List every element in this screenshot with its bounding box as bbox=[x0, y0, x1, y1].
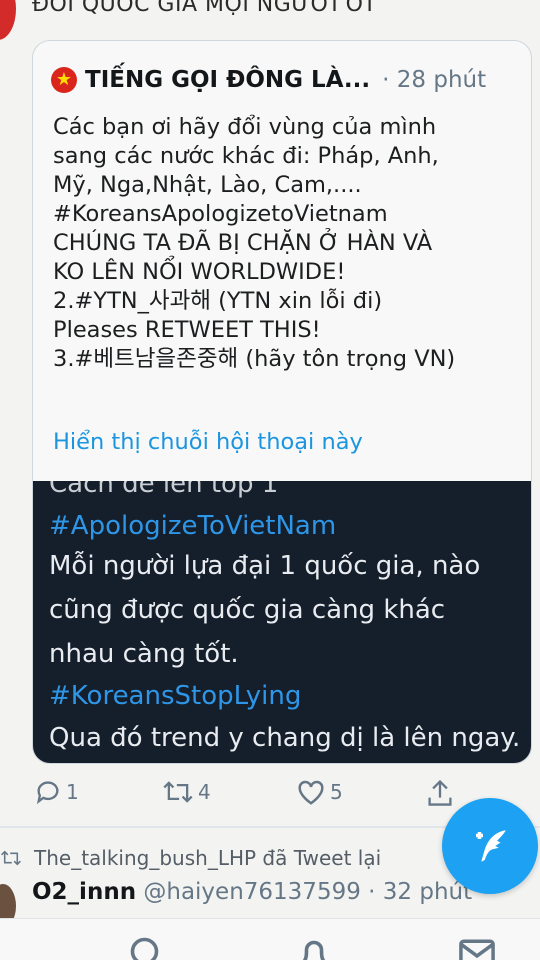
retweet-icon bbox=[1, 850, 21, 866]
show-thread-link[interactable]: Hiển thị chuỗi hội thoại này bbox=[53, 429, 363, 455]
quoted-line: Pleases RETWEET THIS! bbox=[53, 317, 321, 343]
like-count: 5 bbox=[330, 780, 343, 804]
quoted-tweet-text: Các bạn ơi hãy đổi vùng của mình sang cá… bbox=[53, 113, 523, 374]
like-button[interactable]: 5 bbox=[296, 778, 343, 806]
quoted-tweet-time: · 28 phút bbox=[382, 67, 487, 93]
search-icon bbox=[130, 937, 159, 960]
quoted-tweet-card[interactable]: ★ TIẾNG GỌI ĐÔNG LÀ... · 28 phút Các bạn… bbox=[32, 40, 532, 764]
nav-search-button[interactable] bbox=[128, 935, 164, 960]
media-text: nhau càng tốt. bbox=[49, 639, 239, 669]
avatar[interactable] bbox=[0, 0, 16, 40]
retweet-context-text: The_talking_bush_LHP đã Tweet lại bbox=[34, 846, 382, 870]
retweet-icon bbox=[163, 781, 193, 803]
quoted-line: CHÚNG TA ĐÃ BỊ CHẶN Ở HÀN VÀ bbox=[53, 230, 433, 256]
reply-icon bbox=[36, 781, 59, 805]
retweet-count: 4 bbox=[198, 780, 211, 804]
compose-tweet-button[interactable] bbox=[442, 798, 538, 894]
quoted-line: KO LÊN NỔI WORLDWIDE! bbox=[53, 259, 346, 285]
media-hashtag: #ApologizeToVietNam bbox=[49, 511, 337, 541]
media-hashtag: #KoreansStopLying bbox=[49, 681, 302, 711]
quoted-line: Các bạn ơi hãy đổi vùng của mình bbox=[53, 114, 437, 140]
bell-icon bbox=[302, 940, 326, 960]
media-text: Mỗi người lựa đại 1 quốc gia, nào bbox=[49, 551, 481, 581]
share-icon bbox=[428, 779, 452, 806]
tweet-text-fragment: ĐỔI QUỐC GIA MỌI NGƯỜI ƠI bbox=[32, 0, 374, 17]
quoted-line: Mỹ, Nga,Nhật, Lào, Cam,.... bbox=[53, 172, 362, 198]
quoted-author-name[interactable]: TIẾNG GỌI ĐÔNG LÀ... bbox=[85, 67, 370, 93]
quoted-line: 2.#YTN_사과해 (YTN xin lỗi đi) bbox=[53, 288, 383, 314]
reply-button[interactable]: 1 bbox=[34, 778, 79, 806]
media-text: Qua đó trend y chang dị là lên ngay. bbox=[49, 723, 521, 753]
share-button[interactable] bbox=[426, 778, 454, 808]
retweet-context[interactable]: The_talking_bush_LHP đã Tweet lại bbox=[0, 846, 381, 870]
next-tweet-handle: @haiyen76137599 · 32 phút bbox=[143, 879, 473, 905]
feather-compose-icon bbox=[476, 830, 506, 862]
media-text: cũng được quốc gia càng khác bbox=[49, 595, 446, 625]
retweet-button[interactable]: 4 bbox=[162, 778, 211, 806]
quoted-line-hashtag: #KoreansApologizetoVietnam bbox=[53, 201, 388, 227]
quoted-line: 3.#베트남을존중해 (hãy tôn trọng VN) bbox=[53, 346, 456, 372]
envelope-icon bbox=[459, 939, 495, 960]
heart-icon bbox=[298, 780, 324, 805]
next-tweet-username[interactable]: O2_innn bbox=[32, 879, 136, 905]
nav-notifications-button[interactable] bbox=[296, 935, 332, 960]
quoted-line: sang các nước khác đi: Pháp, Anh, bbox=[53, 143, 439, 169]
reply-count: 1 bbox=[66, 780, 79, 804]
bottom-navigation bbox=[0, 918, 540, 960]
next-tweet-header: O2_innn @haiyen76137599 · 32 phút bbox=[32, 879, 472, 905]
media-text-cut: Cách để lên top 1 bbox=[49, 481, 279, 499]
nav-messages-button[interactable] bbox=[458, 935, 496, 960]
tweet-media-image[interactable]: Cách để lên top 1 #ApologizeToVietNam Mỗ… bbox=[33, 481, 531, 763]
vietnam-flag-icon: ★ bbox=[51, 67, 77, 93]
quoted-tweet-header: ★ TIẾNG GỌI ĐÔNG LÀ... · 28 phút bbox=[51, 67, 486, 93]
